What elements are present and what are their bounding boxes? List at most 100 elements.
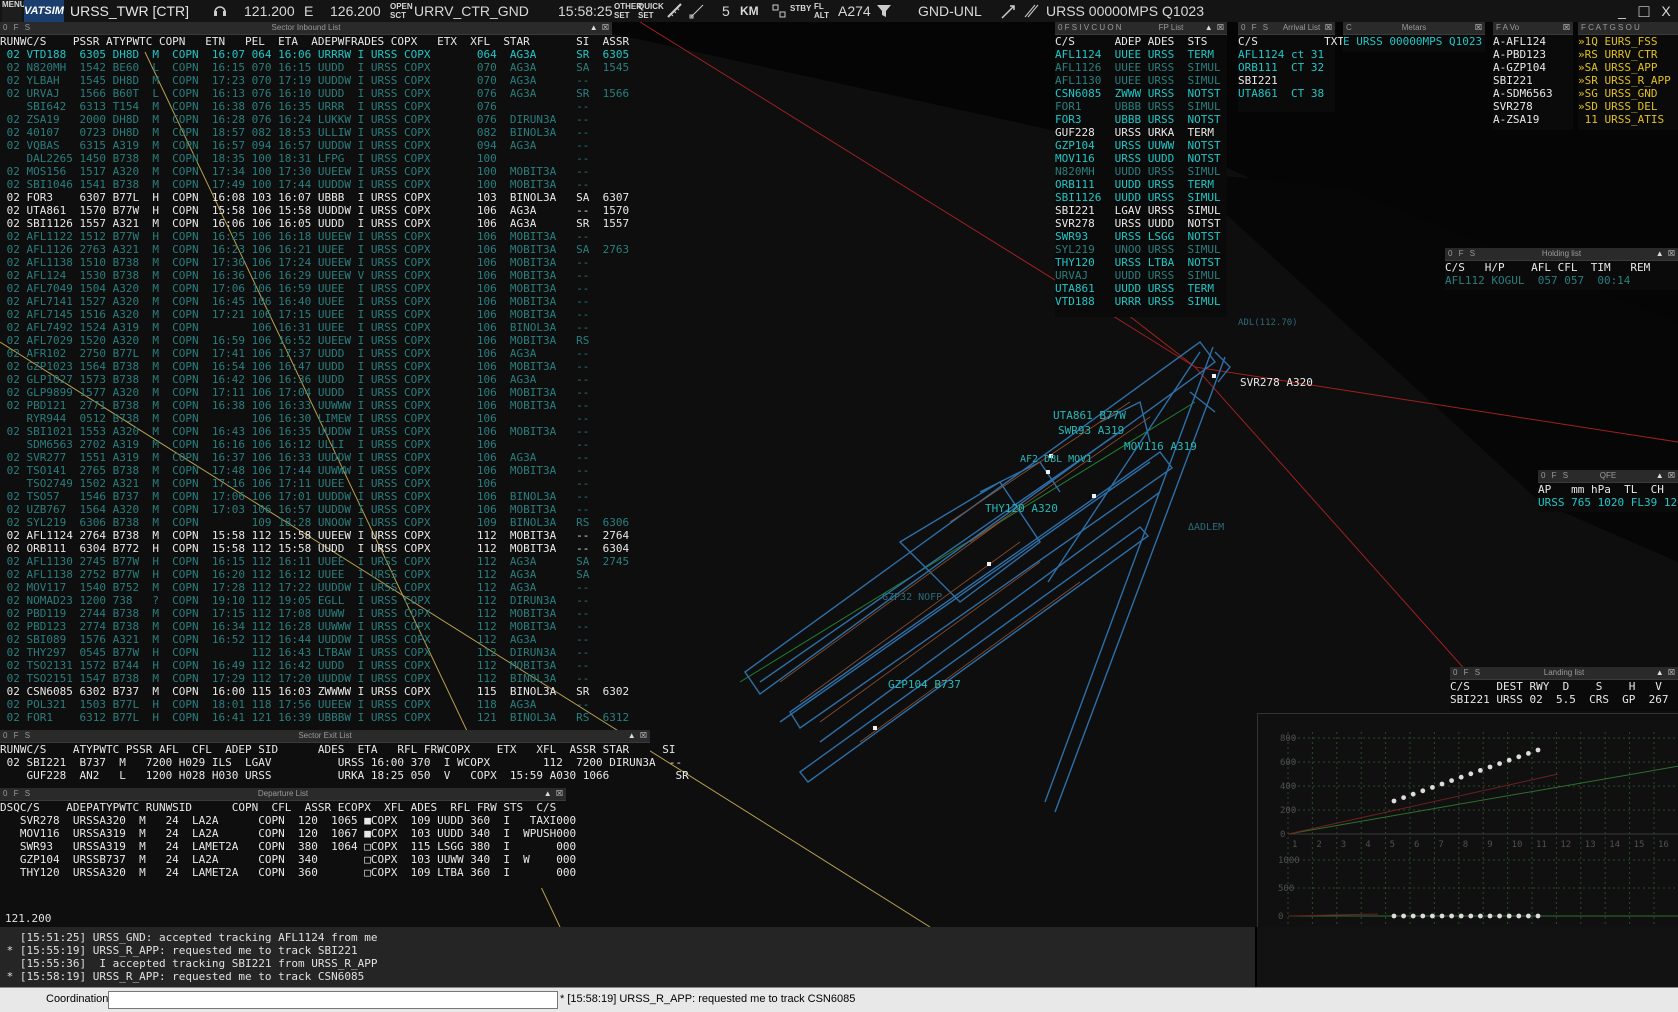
inbound-row[interactable]: 02 VTD188 6305 DH8D M COPN 16:07 064 16:… (0, 48, 630, 61)
voice-row[interactable]: A-SDM6563 (1493, 87, 1573, 100)
fp-row[interactable]: VTD188 URRR URSS SIMUL (1055, 295, 1227, 308)
close-button[interactable]: X (1656, 0, 1676, 22)
controller-row[interactable]: »SG URSS_GND (1578, 87, 1678, 100)
arrival-row[interactable]: UTA861 CT 38 (1238, 87, 1335, 100)
voice-row[interactable]: A-ZSA19 (1493, 113, 1573, 126)
inbound-row[interactable]: 02 N820MH 1542 BE60 L COPN 16:15 070 16:… (0, 61, 630, 74)
inbound-row[interactable]: 02 GZP1023 1564 B738 M COPN 16:54 106 16… (0, 360, 612, 373)
inbound-row[interactable]: 02 AFL1122 1512 B77W H COPN 16:25 106 16… (0, 230, 612, 243)
metar-row[interactable]: E URSS 00000MPS Q1023 (1343, 35, 1485, 48)
secondary-frequency[interactable]: 126.200 (330, 0, 381, 22)
inbound-row[interactable]: 02 AFL7141 1527 A320 M COPN 16:45 106 16… (0, 295, 612, 308)
wind-icon[interactable] (1000, 0, 1020, 22)
fp-row[interactable]: AFL1124 UUEE URSS TERM (1055, 48, 1227, 61)
fp-row[interactable]: ORB111 UUDD URSS TERM (1055, 178, 1227, 191)
inbound-row[interactable]: 02 GLP9899 1577 A320 M COPN 17:11 106 17… (0, 386, 612, 399)
menu-button[interactable]: MENU (2, 0, 26, 22)
inbound-row[interactable]: 02 ZSA19 2000 DH8D M COPN 16:28 076 16:2… (0, 113, 612, 126)
inbound-row[interactable]: 02 UTA861 1570 B77W H COPN 15:58 106 15:… (0, 204, 630, 217)
fp-row[interactable]: UTA861 UUDD URSS TERM (1055, 282, 1227, 295)
fp-row[interactable]: GUF228 URSS URKA TERM (1055, 126, 1227, 139)
callsign-label[interactable]: URSS_TWR [CTR] (70, 0, 189, 22)
fp-row[interactable]: AFL1126 UUEE URSS SIMUL (1055, 61, 1227, 74)
inbound-row[interactable]: 02 NOMAD23 1200 738 ? COPN 19:10 112 19:… (0, 594, 612, 607)
measure-icon[interactable] (688, 0, 708, 22)
inbound-row[interactable]: 02 SYL219 6306 B738 M COPN 109 18:28 UNO… (0, 516, 630, 529)
inbound-row[interactable]: 02 GLP1027 1573 B738 M COPN 16:42 106 16… (0, 373, 612, 386)
fp-titlebar[interactable]: 0 F S I V C U O N FP List ▲ ☒ (1055, 22, 1227, 35)
transition-altitude[interactable]: A274 (838, 0, 871, 22)
inbound-row[interactable]: 02 YLBAH 1545 DH8D M COPN 17:23 070 17:1… (0, 74, 612, 87)
inbound-titlebar[interactable]: 0 F S Sector Inbound List ▲ ☒ (0, 22, 612, 35)
voice-row[interactable]: A-AFL124 (1493, 35, 1573, 48)
fp-row[interactable]: CSN6085 ZWWW URSS NOTST (1055, 87, 1227, 100)
filter-icon[interactable] (876, 0, 896, 22)
inbound-row[interactable]: 02 ORB111 6304 B772 H COPN 15:58 112 15:… (0, 542, 630, 555)
qfe-row[interactable]: URSS 765 1020 FL39 1260 (1538, 496, 1678, 509)
controller-titlebar[interactable]: F C A T G S O U (1578, 22, 1678, 35)
stby-button[interactable]: STBY (790, 4, 811, 18)
inbound-row[interactable]: 02 VQBAS 6315 A319 M COPN 16:57 094 16:5… (0, 139, 612, 152)
fp-row[interactable]: N820MH UUDD URSS SIMUL (1055, 165, 1227, 178)
fp-row[interactable]: FOR3 UBBB URSS NOTST (1055, 113, 1227, 126)
aircraft-label-nofp[interactable]: GZP32 NOFP (882, 592, 942, 603)
departure-titlebar[interactable]: 0 F S Departure List ▲ ☒ (0, 788, 566, 801)
inbound-row[interactable]: 02 AFL7492 1524 A319 M COPN 106 16:31 UU… (0, 321, 612, 334)
fp-row[interactable]: SYL219 UNOO URSS SIMUL (1055, 243, 1227, 256)
aircraft-label-svr278[interactable]: SVR278 A320 (1240, 376, 1313, 389)
arrival-row[interactable]: SBI221 (1238, 74, 1335, 87)
inbound-row[interactable]: 02 SBI1021 1553 A320 M COPN 16:43 106 16… (0, 425, 612, 438)
open-sct-button[interactable]: OPEN SCT (390, 0, 413, 22)
inbound-row[interactable]: 02 TSO141 2765 B738 M COPN 17:48 106 17:… (0, 464, 612, 477)
inbound-row[interactable]: 02 FOR1 6312 B77L H COPN 16:41 121 16:39… (0, 711, 630, 724)
aircraft-label-cluster[interactable]: AF2 DBL MOV1 (1020, 454, 1092, 465)
voice-row[interactable]: SVR278 (1493, 100, 1573, 113)
fp-row[interactable]: SBI1126 UUDD URSS SIMUL (1055, 191, 1227, 204)
inbound-row[interactable]: DAL2265 1450 B738 M COPN 18:35 100 18:31… (0, 152, 612, 165)
inbound-row[interactable]: 02 SBI089 1576 A321 M COPN 16:52 112 16:… (0, 633, 612, 646)
headset-icon[interactable] (212, 0, 230, 22)
inbound-row[interactable]: 02 AFL7145 1516 A320 M COPN 17:21 106 17… (0, 308, 612, 321)
quick-set-button[interactable]: QUICK SET (638, 0, 664, 22)
inbound-row[interactable]: 02 MOV117 1540 B752 M COPN 17:28 112 17:… (0, 581, 612, 594)
inbound-row[interactable]: 02 AFL1126 2763 A321 M COPN 16:23 106 16… (0, 243, 630, 256)
arrival-row[interactable]: AFL1124 ct 31 (1238, 48, 1335, 61)
inbound-row[interactable]: 02 CSN6085 6302 B737 M COPN 16:00 115 16… (0, 685, 630, 698)
grid-icon[interactable] (772, 0, 788, 22)
inbound-row[interactable]: 02 TSO2131 1572 B744 H COPN 16:49 112 16… (0, 659, 612, 672)
metars-window[interactable]: C Metars ☒ E URSS 00000MPS Q1023 (1343, 22, 1485, 52)
metars-titlebar[interactable]: C Metars ☒ (1343, 22, 1485, 35)
primary-frequency[interactable]: 121.200 (244, 0, 295, 22)
fp-row[interactable]: THY120 URSS LTBA NOTST (1055, 256, 1227, 269)
range-value[interactable]: 5 (722, 0, 730, 22)
arrival-row[interactable]: ORB111 CT 32 (1238, 61, 1335, 74)
arrival-titlebar[interactable]: 0 F S Arrival List ☒ (1238, 22, 1335, 35)
inbound-row[interactable]: 02 PBD119 2744 B738 M COPN 17:15 112 17:… (0, 607, 612, 620)
inbound-row[interactable]: 02 PBD123 2774 B738 M COPN 16:34 112 16:… (0, 620, 612, 633)
departure-row[interactable]: SVR278 URSSA320 M 24 LA2A COPN 120 1065 … (0, 814, 576, 827)
ruler-icon[interactable] (666, 0, 686, 22)
inbound-row[interactable]: 02 URVAJ 1566 B60T L COPN 16:13 076 16:1… (0, 87, 630, 100)
inbound-row[interactable]: 02 40107 0723 DH8D M COPN 18:57 082 18:5… (0, 126, 612, 139)
inbound-row[interactable]: 02 THY297 0545 B77W H COPN 112 16:43 LTB… (0, 646, 612, 659)
inbound-row[interactable]: TSO2749 1502 A321 M COPN 17:16 106 17:11… (0, 477, 612, 490)
maximize-button[interactable]: □ (1634, 0, 1654, 22)
fp-row[interactable]: SWR93 URSS LSGG NOTST (1055, 230, 1227, 243)
inbound-row[interactable]: 02 AFL7049 1504 A320 M COPN 17:06 106 16… (0, 282, 612, 295)
inbound-row[interactable]: 02 SVR277 1551 A319 M COPN 16:37 106 16:… (0, 451, 612, 464)
inbound-row[interactable]: 02 AFL7029 1520 A320 M COPN 16:59 106 16… (0, 334, 612, 347)
qfe-titlebar[interactable]: 0 F S QFE ▲ ☒ (1538, 470, 1678, 483)
inbound-row[interactable]: 02 TSO2151 1547 B738 M COPN 17:29 112 17… (0, 672, 612, 685)
inbound-row[interactable]: SBI642 6313 T154 M COPN 16:38 076 16:35 … (0, 100, 612, 113)
inbound-row[interactable]: 02 FOR3 6307 B77L H COPN 16:08 103 16:07… (0, 191, 630, 204)
controller-row[interactable]: »SR URSS_R_APP (1578, 74, 1678, 87)
inbound-row[interactable]: 02 POL321 1503 B77L H COPN 18:01 118 17:… (0, 698, 612, 711)
exit-row[interactable]: 02 SBI221 B737 M 7200 H029 ILS LGAV URSS… (0, 756, 683, 769)
inbound-row[interactable]: 02 AFL1138 2752 B77W H COPN 16:20 112 16… (0, 568, 612, 581)
voice-list[interactable]: F A Vo ☒ A-AFL124 A-PBD123 A-GZP104 SBI221 A-… (1493, 22, 1573, 130)
fp-row[interactable]: FOR1 UBBB URSS SIMUL (1055, 100, 1227, 113)
exit-row[interactable]: GUF228 AN2 L 1200 H028 H030 URSS URKA 18… (0, 769, 688, 782)
voice-row[interactable]: A-PBD123 (1493, 48, 1573, 61)
landing-list[interactable]: 0 F S Landing list ▲ ☒ C/S DEST RWY D S H … (1450, 667, 1678, 711)
altitude-filter[interactable]: GND-UNL (918, 0, 982, 22)
